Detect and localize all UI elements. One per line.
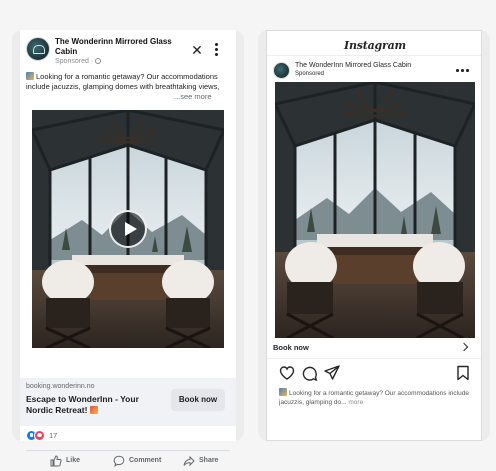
ad-previews: The Wonderinn Mirrored Glass Cabin Spons… bbox=[0, 0, 496, 471]
post-actions: Like Comment Share bbox=[20, 452, 236, 471]
share-icon bbox=[183, 455, 195, 467]
primary-text: Looking for a romantic getaway? Our acco… bbox=[26, 72, 220, 91]
comment-icon bbox=[113, 455, 125, 467]
link-domain: booking.wonderinn.no bbox=[26, 383, 95, 390]
page-avatar[interactable] bbox=[26, 37, 50, 61]
reaction-count: 17 bbox=[49, 431, 58, 440]
book-now-button[interactable]: Book now bbox=[171, 389, 225, 411]
play-button-icon[interactable] bbox=[109, 210, 147, 248]
ad-image[interactable] bbox=[275, 82, 475, 338]
page-name[interactable]: The Wonderinn Mirrored Glass Cabin bbox=[55, 37, 175, 57]
more-options-icon[interactable] bbox=[456, 69, 470, 73]
close-icon[interactable]: ✕ bbox=[189, 42, 205, 58]
chevron-right-icon bbox=[459, 342, 469, 352]
caption-more-link[interactable]: more bbox=[348, 399, 363, 406]
book-now-bar[interactable]: Book now bbox=[267, 337, 481, 359]
sponsored-label: Sponsored · bbox=[55, 58, 102, 65]
caption: Looking for a romantic getaway? Our acco… bbox=[279, 388, 469, 406]
emoji-icon bbox=[279, 388, 287, 396]
facebook-post-header: The Wonderinn Mirrored Glass Cabin Spons… bbox=[20, 30, 236, 70]
book-now-label: Book now bbox=[273, 343, 309, 352]
see-more-link[interactable]: ...see more bbox=[172, 92, 212, 101]
heart-icon[interactable] bbox=[279, 365, 295, 381]
like-label: Like bbox=[66, 457, 81, 464]
comment-label: Comment bbox=[129, 457, 162, 464]
divider bbox=[267, 55, 481, 56]
link-preview[interactable]: booking.wonderinn.no Escape to WonderInn… bbox=[20, 378, 236, 426]
instagram-logo: Instagram bbox=[344, 39, 406, 52]
share-label: Share bbox=[199, 457, 219, 464]
cabin-interior-image bbox=[275, 82, 475, 338]
emoji-icon bbox=[89, 406, 98, 414]
bookmark-icon[interactable] bbox=[455, 365, 471, 381]
more-options-icon[interactable] bbox=[212, 41, 222, 59]
love-reaction-icon bbox=[34, 430, 45, 441]
link-headline: Escape to WonderInn - Your Nordic Retrea… bbox=[26, 394, 139, 415]
comment-icon[interactable] bbox=[302, 365, 318, 381]
globe-icon bbox=[95, 58, 102, 64]
sponsored-label: Sponsored bbox=[295, 71, 325, 77]
thumbs-up-icon bbox=[50, 455, 62, 467]
send-icon[interactable] bbox=[324, 365, 340, 381]
divider bbox=[26, 450, 230, 451]
account-avatar[interactable] bbox=[273, 62, 290, 79]
emoji-icon bbox=[26, 72, 34, 80]
account-name[interactable]: The WonderInn Mirrored Glass Cabin bbox=[295, 62, 411, 69]
post-action-icons bbox=[267, 365, 481, 383]
